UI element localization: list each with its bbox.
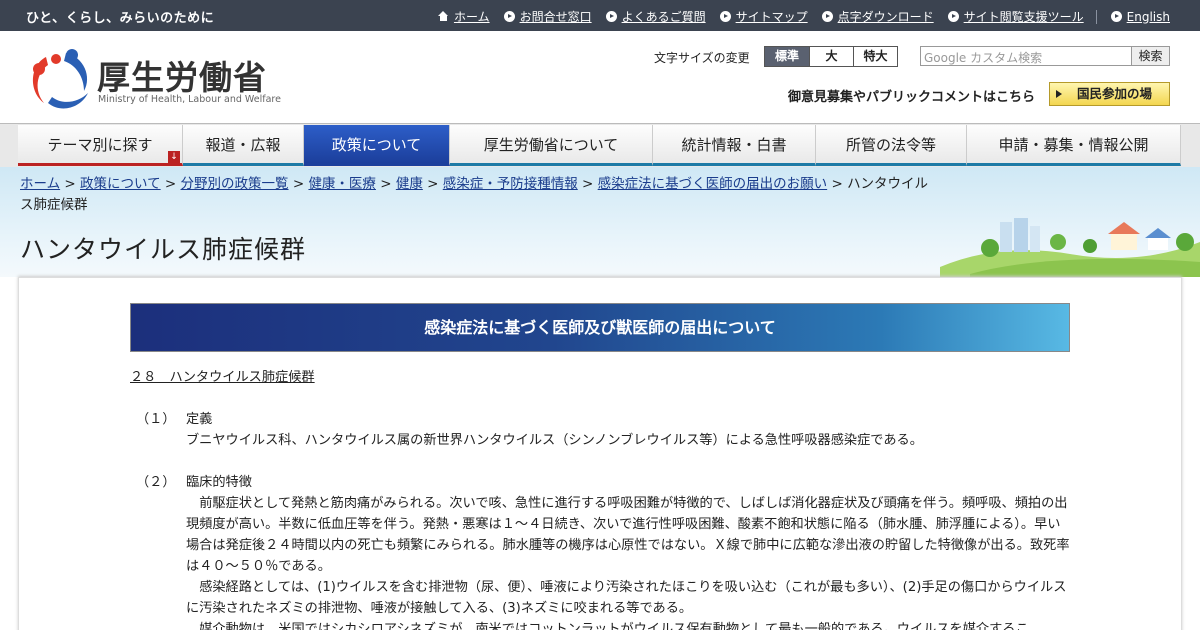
search-button[interactable]: 検索 — [1131, 46, 1170, 66]
font-size-standard-button[interactable]: 標準 — [765, 47, 809, 66]
arrow-circle-icon — [1110, 11, 1122, 22]
mhlw-logo-icon[interactable] — [26, 43, 96, 113]
faq-link[interactable]: よくあるご質問 — [605, 8, 706, 25]
home-icon — [437, 11, 449, 22]
nav-laws[interactable]: 所管の法令等 — [816, 125, 967, 166]
utility-links: ホーム お問合せ窓口 よくあるご質問 サイトマップ 点字ダウンロード サイト閲覧… — [424, 8, 1170, 25]
site-header: 厚生労働省 Ministry of Health, Labour and Wel… — [0, 31, 1200, 123]
arrow-circle-icon — [503, 11, 515, 22]
breadcrumb-notification[interactable]: 感染症法に基づく医師の届出のお願い — [598, 176, 828, 192]
page-hero: ホーム > 政策について > 分野別の政策一覧 > 健康・医療 > 健康 > 感… — [0, 167, 1200, 277]
nav-applications[interactable]: 申請・募集・情報公開 — [967, 125, 1181, 166]
contact-link[interactable]: お問合せ窓口 — [503, 8, 592, 25]
braille-download-link[interactable]: 点字ダウンロード — [821, 8, 934, 25]
tagline: ひと、くらし、みらいのために — [26, 11, 215, 26]
page-title: ハンタウイルス肺症候群 — [20, 235, 307, 264]
clinical-paragraph: 前駆症状として発熱と筋肉痛がみられる。次いで咳、急性に進行する呼吸困難が特徴的で… — [186, 496, 1070, 574]
font-size-label: 文字サイズの変更 — [654, 51, 750, 65]
definition-body: ブニヤウイルス科、ハンタウイルス属の新世界ハンタウイルス（シンノンブレウイルス等… — [186, 433, 923, 448]
town-illustration-icon — [940, 218, 1200, 277]
breadcrumb-policy[interactable]: 政策について — [80, 176, 161, 192]
transmission-paragraph: 感染経路としては、(1)ウイルスを含む排泄物（尿、便）、唾液により汚染されたほこ… — [186, 580, 1067, 616]
font-size-xlarge-button[interactable]: 特大 — [853, 47, 897, 66]
breadcrumb-health-medical[interactable]: 健康・医療 — [308, 176, 376, 192]
logo-text[interactable]: 厚生労働省 — [97, 51, 267, 99]
clinical-heading: （２） 臨床的特徴 — [136, 475, 252, 490]
definition-heading: （１） 定義 — [136, 412, 213, 427]
global-nav: テーマ別に探す 報道・広報 政策について 厚生労働省について 統計情報・白書 所… — [0, 123, 1200, 167]
citizen-participation-button[interactable]: 国民参加の場 — [1049, 82, 1170, 106]
divider — [1095, 9, 1097, 24]
breadcrumb: ホーム > 政策について > 分野別の政策一覧 > 健康・医療 > 健康 > 感… — [20, 176, 929, 213]
font-size-large-button[interactable]: 大 — [809, 47, 853, 66]
nav-policy[interactable]: 政策について — [304, 125, 450, 166]
search-input[interactable]: Google カスタム検索 — [920, 46, 1132, 66]
arrow-circle-icon — [719, 11, 731, 22]
accessibility-tool-link[interactable]: サイト閲覧支援ツール — [947, 8, 1084, 25]
disease-heading: ２８ ハンタウイルス肺症候群 — [130, 370, 315, 385]
main-content: ２８ ハンタウイルス肺症候群 （１） 定義 ブニヤウイルス科、ハンタウイルス属の… — [130, 367, 1070, 630]
nav-statistics[interactable]: 統計情報・白書 — [653, 125, 816, 166]
arrow-circle-icon — [821, 11, 833, 22]
breadcrumb-infectious[interactable]: 感染症・予防接種情報 — [443, 176, 578, 192]
arrow-circle-icon — [605, 11, 617, 22]
sitemap-link[interactable]: サイトマップ — [719, 8, 808, 25]
font-size-switcher: 標準 大 特大 — [764, 46, 898, 67]
nav-about[interactable]: 厚生労働省について — [450, 125, 653, 166]
logo-text-en: Ministry of Health, Labour and Welfare — [98, 94, 281, 105]
breadcrumb-policy-list[interactable]: 分野別の政策一覧 — [181, 176, 289, 192]
breadcrumb-home[interactable]: ホーム — [20, 176, 60, 192]
public-comment-text: 御意見募集やパブリックコメントはこちら — [788, 90, 1036, 105]
vector-paragraph: 媒介動物は、米国ではシカシロアシネズミが、南米ではコットンラットがウイルス保有動… — [199, 622, 1029, 630]
breadcrumb-health[interactable]: 健康 — [396, 176, 423, 192]
section-banner: 感染症法に基づく医師及び獣医師の届出について — [130, 303, 1070, 352]
nav-theme[interactable]: テーマ別に探す — [18, 125, 183, 166]
home-link[interactable]: ホーム — [437, 8, 490, 25]
arrow-circle-icon — [947, 11, 959, 22]
top-bar: ひと、くらし、みらいのために ホーム お問合せ窓口 よくあるご質問 サイトマップ… — [0, 0, 1200, 31]
english-link[interactable]: English — [1110, 10, 1170, 24]
nav-press[interactable]: 報道・広報 — [183, 125, 304, 166]
